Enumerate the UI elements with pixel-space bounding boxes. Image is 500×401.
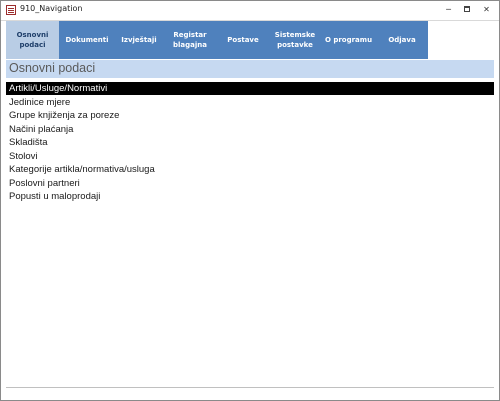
- minimize-button[interactable]: ─: [442, 4, 455, 15]
- tab-sistemske-postavke[interactable]: Sistemske postavke: [269, 21, 321, 59]
- menu-list: Artikli/Usluge/Normativi Jedinice mjere …: [6, 82, 494, 387]
- list-item-nacini-placanja[interactable]: Načini plaćanja: [6, 123, 494, 136]
- tab-registar-blagajna[interactable]: Registar blagajna: [163, 21, 217, 59]
- title-bar[interactable]: 910_Navigation ─ ✕: [1, 1, 499, 21]
- list-item-stolovi[interactable]: Stolovi: [6, 150, 494, 163]
- list-item-jedinice-mjere[interactable]: Jedinice mjere: [6, 96, 494, 109]
- list-item-skladista[interactable]: Skladišta: [6, 136, 494, 149]
- list-item-artikli[interactable]: Artikli/Usluge/Normativi: [6, 82, 494, 95]
- list-item-grupe-knjizenja[interactable]: Grupe knjiženja za poreze: [6, 109, 494, 122]
- window-title: 910_Navigation: [20, 4, 83, 13]
- section-header: Osnovni podaci: [6, 60, 494, 78]
- app-window: 910_Navigation ─ ✕ Osnovni podaci Dokume…: [0, 0, 500, 401]
- tab-postave[interactable]: Postave: [217, 21, 269, 59]
- access-form-icon: [6, 5, 16, 15]
- tab-dokumenti[interactable]: Dokumenti: [59, 21, 115, 59]
- divider: [6, 387, 494, 388]
- tab-izvjestaji[interactable]: Izvještaji: [115, 21, 163, 59]
- maximize-button[interactable]: [461, 4, 474, 15]
- tab-osnovni-podaci[interactable]: Osnovni podaci: [6, 21, 59, 59]
- maximize-icon: [464, 6, 470, 12]
- list-item-kategorije[interactable]: Kategorije artikla/normativa/usluga: [6, 163, 494, 176]
- close-button[interactable]: ✕: [480, 4, 493, 15]
- tab-o-programu[interactable]: O programu: [321, 21, 376, 59]
- list-item-poslovni-partneri[interactable]: Poslovni partneri: [6, 177, 494, 190]
- tab-odjava[interactable]: Odjava: [376, 21, 428, 59]
- section-title: Osnovni podaci: [9, 61, 96, 75]
- navigation-bar: Osnovni podaci Dokumenti Izvještaji Regi…: [6, 21, 428, 59]
- list-item-popusti[interactable]: Popusti u maloprodaji: [6, 190, 494, 203]
